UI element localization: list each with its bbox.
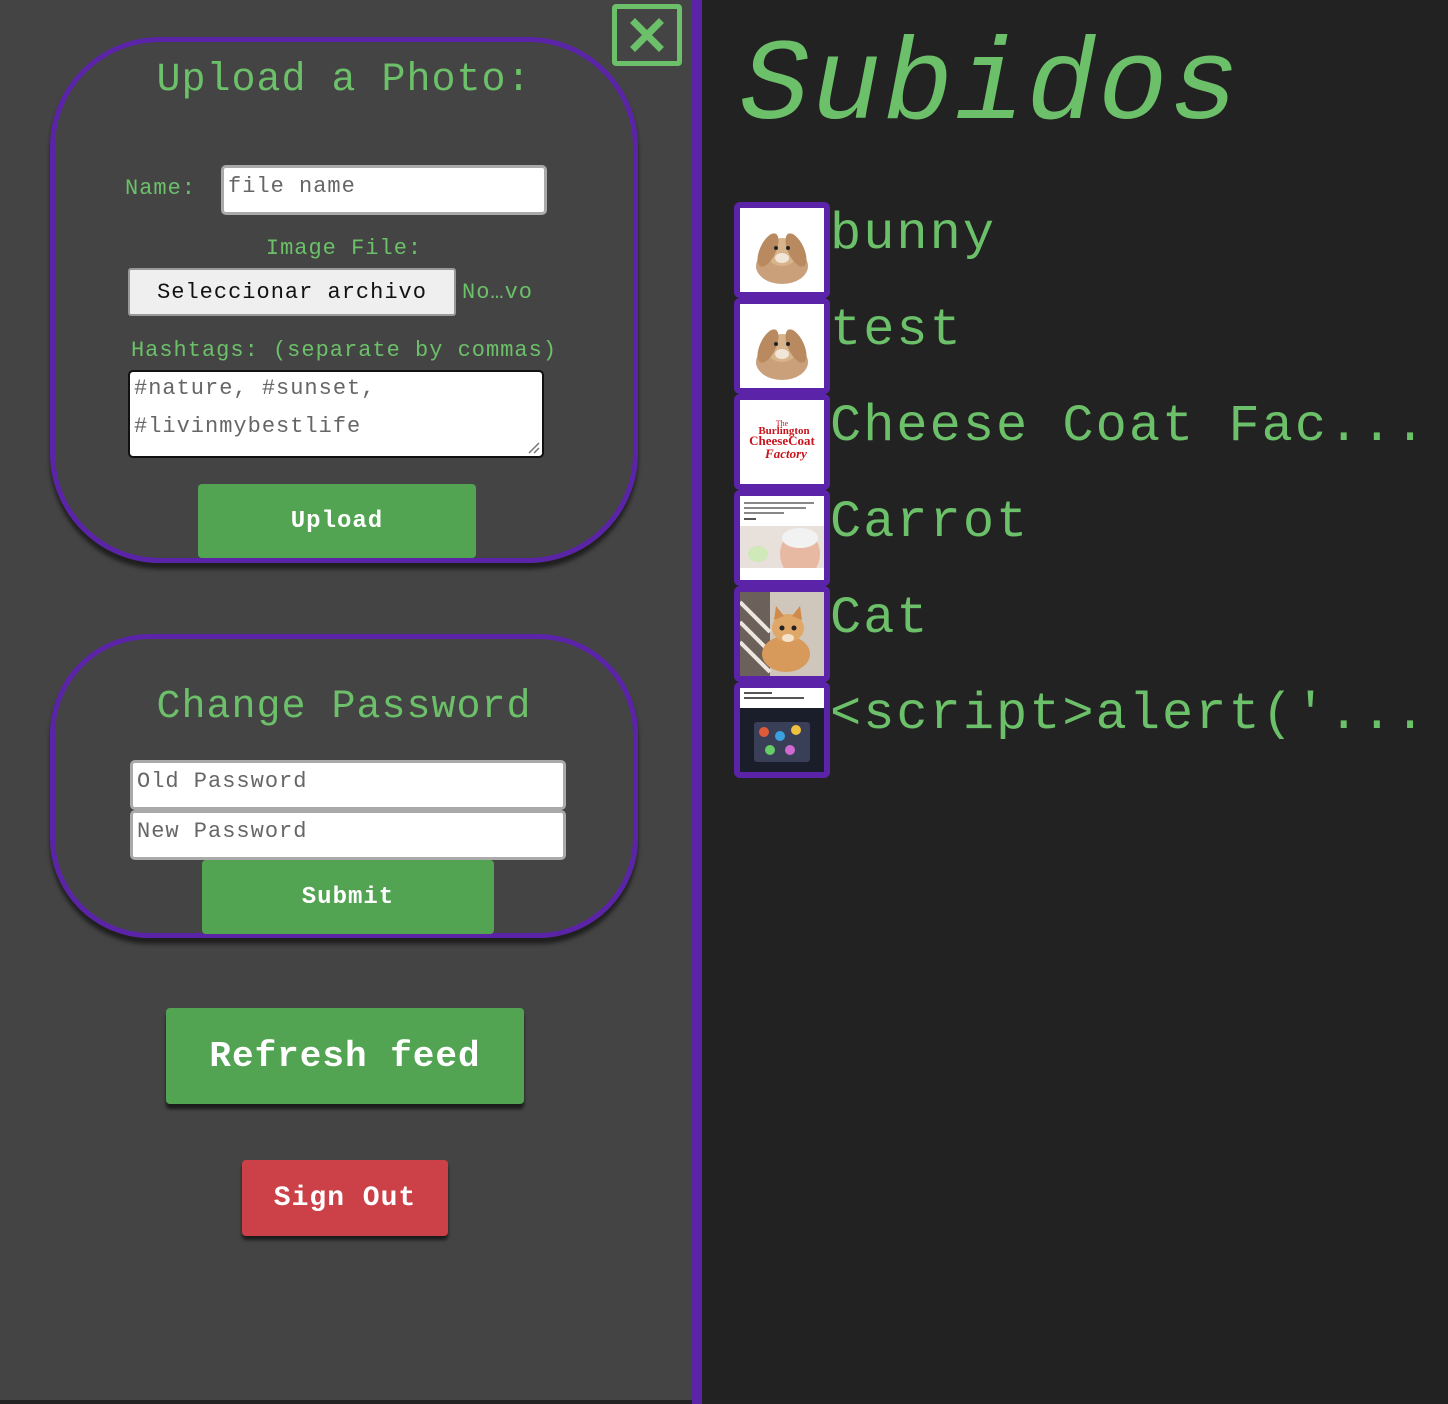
logo-text-4: Factory [764, 446, 807, 461]
old-password-input[interactable]: Old Password [130, 760, 566, 810]
bunny-thumbnail[interactable] [734, 298, 830, 394]
file-status-text: No…vo [462, 280, 534, 305]
upload-item-name[interactable]: bunny [830, 202, 996, 268]
upload-item-name[interactable]: Cheese Coat Fac... [830, 394, 1428, 460]
cat-photo-thumbnail[interactable] [734, 586, 830, 682]
file-name-input[interactable]: file name [221, 165, 547, 215]
refresh-feed-button[interactable]: Refresh feed [166, 1008, 524, 1104]
upload-form-title: Upload a Photo: [156, 58, 532, 103]
image-file-label: Image File: [265, 236, 423, 261]
bottom-edge [0, 1400, 692, 1404]
uploads-list: bunny test The Burlington CheeseCoat Fac… [734, 202, 1448, 778]
upload-item[interactable]: test [734, 298, 1448, 394]
choose-file-button[interactable]: Seleccionar archivo [128, 268, 456, 316]
panel-divider [692, 0, 702, 1404]
sidebar-panel: Upload a Photo: Name: file name Image Fi… [0, 0, 692, 1400]
submit-password-button[interactable]: Submit [202, 860, 494, 934]
new-password-input[interactable]: New Password [130, 810, 566, 860]
upload-item[interactable]: The Burlington CheeseCoat Factory Cheese… [734, 394, 1448, 490]
upload-item-name[interactable]: Carrot [830, 490, 1029, 556]
upload-item[interactable]: Carrot [734, 490, 1448, 586]
change-password-title: Change Password [156, 685, 532, 730]
meme-screenshot-thumbnail[interactable] [734, 490, 830, 586]
cheesecoat-logo-thumbnail[interactable]: The Burlington CheeseCoat Factory [734, 394, 830, 490]
uploads-title: Subidos [740, 21, 1242, 153]
upload-photo-form: Upload a Photo: Name: file name Image Fi… [50, 37, 638, 563]
close-icon [630, 18, 664, 52]
change-password-form: Change Password Old Password New Passwor… [50, 634, 638, 938]
hashtags-textarea[interactable]: #nature, #sunset, #livinmybestlife [128, 370, 544, 458]
upload-item[interactable]: Cat [734, 586, 1448, 682]
close-button[interactable] [612, 4, 682, 66]
upload-item-name[interactable]: <script>alert('... [830, 682, 1428, 748]
sign-out-button[interactable]: Sign Out [242, 1160, 448, 1236]
upload-button[interactable]: Upload [198, 484, 476, 558]
laptop-meme-thumbnail[interactable] [734, 682, 830, 778]
hashtags-placeholder-line2: #livinmybestlife [134, 414, 362, 439]
bunny-thumbnail[interactable] [734, 202, 830, 298]
upload-item[interactable]: bunny [734, 202, 1448, 298]
upload-item[interactable]: <script>alert('... [734, 682, 1448, 778]
name-label: Name: [125, 176, 197, 201]
resize-handle-icon[interactable] [526, 440, 540, 454]
upload-item-name[interactable]: test [830, 298, 963, 364]
hashtags-placeholder-line1: #nature, #sunset, [134, 376, 376, 401]
upload-item-name[interactable]: Cat [830, 586, 930, 652]
hashtags-label: Hashtags: (separate by commas) [130, 338, 558, 363]
